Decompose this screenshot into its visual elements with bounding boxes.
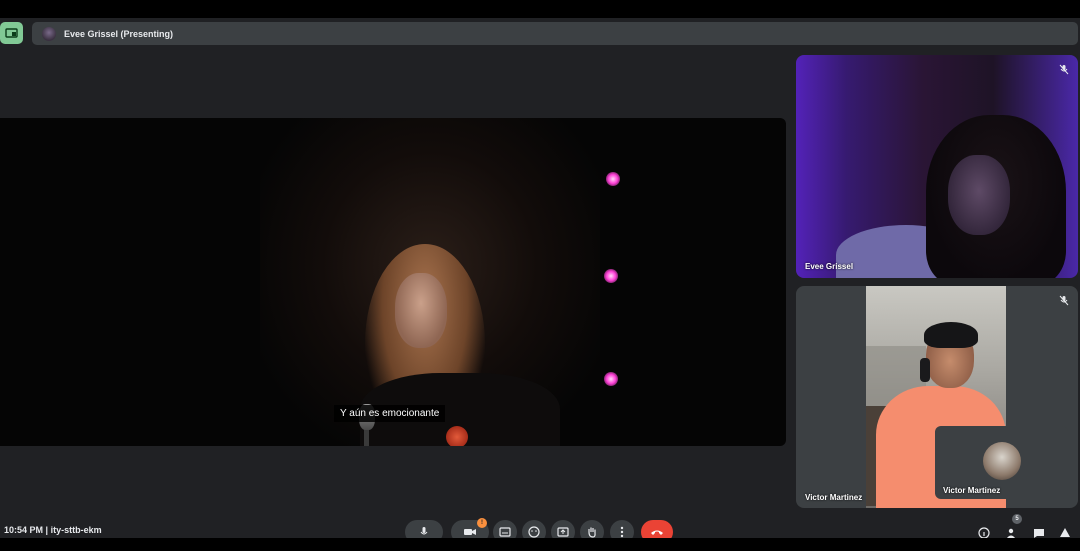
presenting-label: Evee Grissel (Presenting) [64,28,174,39]
more-vert-icon [620,526,624,538]
presenter-avatar [42,26,56,41]
mic-icon [420,527,428,535]
meeting-code: ity-sttb-ekm [50,525,102,535]
present-icon [557,527,569,537]
lapel-flower [446,426,468,446]
self-view-name: Victor Martinez [943,486,1001,495]
bottom-bezel [0,538,1080,551]
presentation-toggle-button[interactable] [0,22,23,44]
alert-badge: ! [477,518,487,528]
participant-name: Victor Martinez [805,493,863,502]
singer-face [395,273,447,348]
participant-face [948,155,1010,235]
headphones [920,358,930,382]
camera-icon [464,529,476,535]
hand-icon [588,527,596,538]
clock-time: 10:54 PM [4,525,44,535]
top-bezel [0,0,1080,18]
people-count-badge: 5 [1012,514,1022,524]
shared-screen-video: Y aún es emocionante [0,118,786,446]
mic-off-icon [1058,63,1070,75]
captions-icon [499,527,511,537]
self-avatar [983,442,1021,480]
emoji-icon [528,526,540,538]
participant-name: Evee Grissel [805,262,854,271]
participant-tile-victor[interactable]: Victor Martinez Victor Martinez [796,286,1078,508]
stage-light [606,172,620,186]
meeting-clock: 10:54 PM | ity-sttb-ekm [4,525,102,535]
mic-off-icon [1058,294,1070,306]
participant-hair [924,322,978,348]
stage-light [604,269,618,283]
end-call-icon [651,530,663,535]
participant-tile-evee[interactable]: Evee Grissel [796,55,1078,278]
stage-light [604,372,618,386]
self-view-tile[interactable]: Victor Martinez [935,426,1068,499]
present-screen-icon [5,27,18,38]
video-subtitle: Y aún es emocionante [334,405,446,422]
presenting-banner[interactable]: Evee Grissel (Presenting) [32,22,1078,45]
